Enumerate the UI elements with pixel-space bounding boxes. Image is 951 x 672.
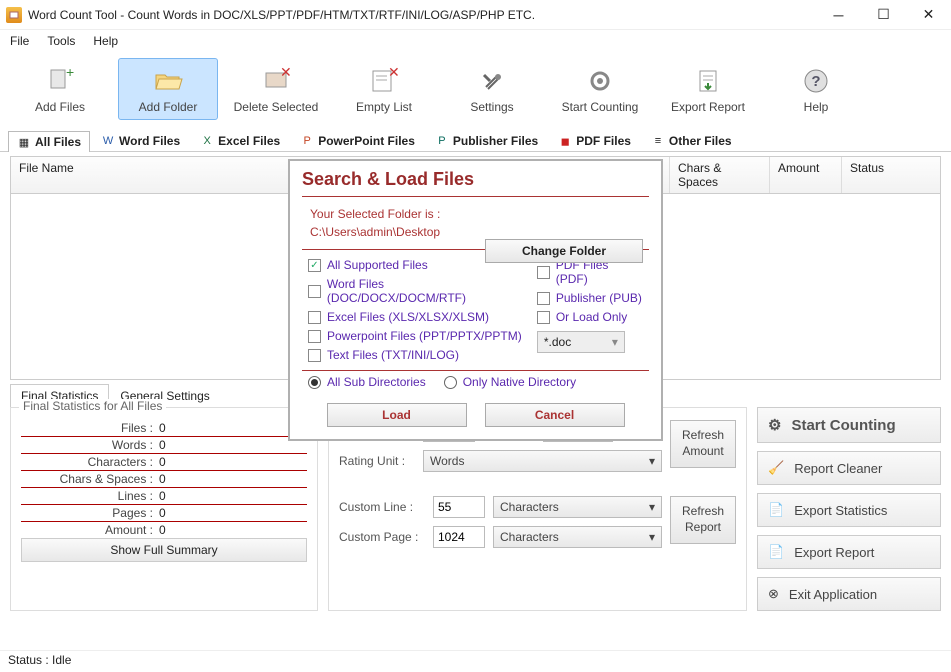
custom-line-label: Custom Line : <box>339 500 425 514</box>
tab-all-files[interactable]: ▦All Files <box>8 131 90 152</box>
toolbar-add-files[interactable]: + Add Files <box>10 58 110 120</box>
help-icon: ? <box>801 66 831 96</box>
empty-list-icon: ✕ <box>369 66 399 96</box>
pdf-icon: ◼ <box>558 134 572 148</box>
svg-text:+: + <box>66 67 74 80</box>
delete-icon: ✕ <box>261 66 291 96</box>
toolbar-settings[interactable]: Settings <box>442 58 542 120</box>
minimize-button[interactable]: ─ <box>816 0 861 30</box>
start-counting-button[interactable]: ⚙Start Counting <box>757 407 941 443</box>
custom-page-input[interactable] <box>433 526 485 548</box>
close-button[interactable]: ✕ <box>906 0 951 30</box>
export-icon: 📄 <box>768 502 784 518</box>
menu-tools[interactable]: Tools <box>47 34 75 48</box>
menu-help[interactable]: Help <box>93 34 118 48</box>
tab-word-files[interactable]: WWord Files <box>92 130 189 151</box>
show-full-summary-button[interactable]: Show Full Summary <box>21 538 307 562</box>
rating-unit-select[interactable]: Words▾ <box>423 450 662 472</box>
radio-all-subdir[interactable]: All Sub Directories <box>308 375 426 389</box>
tab-other-files[interactable]: ≡Other Files <box>642 130 741 151</box>
add-file-icon: + <box>45 66 75 96</box>
tab-ppt-files[interactable]: PPowerPoint Files <box>291 130 424 151</box>
refresh-amount-button[interactable]: Refresh Amount <box>670 420 736 468</box>
custom-page-label: Custom Page : <box>339 530 425 544</box>
change-folder-button[interactable]: Change Folder <box>485 239 643 263</box>
custom-line-unit-select[interactable]: Characters▾ <box>493 496 662 518</box>
tab-publisher-files[interactable]: PPublisher Files <box>426 130 547 151</box>
toolbar-help[interactable]: ? Help <box>766 58 866 120</box>
rating-unit-label: Rating Unit : <box>339 454 415 468</box>
menubar: File Tools Help <box>0 30 951 52</box>
gear-icon <box>585 66 615 96</box>
export-icon: 📄 <box>768 544 784 560</box>
tab-excel-files[interactable]: XExcel Files <box>191 130 289 151</box>
svg-text:?: ? <box>811 73 820 90</box>
refresh-report-button[interactable]: Refresh Report <box>670 496 736 544</box>
doc-icon: ▦ <box>17 135 31 149</box>
export-statistics-button[interactable]: 📄Export Statistics <box>757 493 941 527</box>
col-amount[interactable]: Amount <box>770 157 842 193</box>
gear-icon: ⚙ <box>768 416 781 434</box>
load-button[interactable]: Load <box>327 403 467 427</box>
export-report-button[interactable]: 📄Export Report <box>757 535 941 569</box>
radio-native-dir[interactable]: Only Native Directory <box>444 375 576 389</box>
chk-text[interactable]: Text Files (TXT/INI/LOG) <box>308 348 525 362</box>
report-cleaner-button[interactable]: 🧹Report Cleaner <box>757 451 941 485</box>
word-icon: W <box>101 134 115 148</box>
status-bar: Status : Idle <box>0 650 951 672</box>
folder-icon <box>153 66 183 96</box>
custom-page-unit-select[interactable]: Characters▾ <box>493 526 662 548</box>
col-chars-spaces[interactable]: Chars & Spaces <box>670 157 770 193</box>
toolbar-empty-list[interactable]: ✕ Empty List <box>334 58 434 120</box>
pub-icon: P <box>435 134 449 148</box>
search-load-modal: Search & Load Files Your Selected Folder… <box>288 159 663 441</box>
chk-excel[interactable]: Excel Files (XLS/XLSX/XLSM) <box>308 310 525 324</box>
toolbar-delete-selected[interactable]: ✕ Delete Selected <box>226 58 326 120</box>
toolbar-add-folder[interactable]: Add Folder <box>118 58 218 120</box>
toolbar-start-counting[interactable]: Start Counting <box>550 58 650 120</box>
tab-pdf-files[interactable]: ◼PDF Files <box>549 130 640 151</box>
final-statistics-panel: Final Statistics for All Files Files :0 … <box>10 407 318 611</box>
chk-word[interactable]: Word Files (DOC/DOCX/DOCM/RTF) <box>308 277 525 305</box>
close-icon: ⊗ <box>768 586 779 602</box>
cancel-button[interactable]: Cancel <box>485 403 625 427</box>
maximize-button[interactable]: ☐ <box>861 0 906 30</box>
exit-application-button[interactable]: ⊗Exit Application <box>757 577 941 611</box>
settings-icon <box>477 66 507 96</box>
chk-ppt[interactable]: Powerpoint Files (PPT/PPTX/PPTM) <box>308 329 525 343</box>
other-icon: ≡ <box>651 134 665 148</box>
menu-file[interactable]: File <box>10 34 29 48</box>
window-title: Word Count Tool - Count Words in DOC/XLS… <box>28 8 816 22</box>
app-icon <box>6 7 22 23</box>
custom-line-input[interactable] <box>433 496 485 518</box>
toolbar-export-report[interactable]: Export Report <box>658 58 758 120</box>
col-status[interactable]: Status <box>842 157 940 193</box>
chk-pub[interactable]: Publisher (PUB) <box>537 291 643 305</box>
broom-icon: 🧹 <box>768 460 784 476</box>
ppt-icon: P <box>300 134 314 148</box>
modal-title: Search & Load Files <box>290 161 661 196</box>
chk-orload[interactable]: Or Load Only <box>537 310 643 324</box>
excel-icon: X <box>200 134 214 148</box>
export-icon <box>693 66 723 96</box>
svg-text:✕: ✕ <box>280 67 290 80</box>
svg-text:✕: ✕ <box>388 67 398 80</box>
ext-select[interactable]: *.doc▾ <box>537 331 625 353</box>
